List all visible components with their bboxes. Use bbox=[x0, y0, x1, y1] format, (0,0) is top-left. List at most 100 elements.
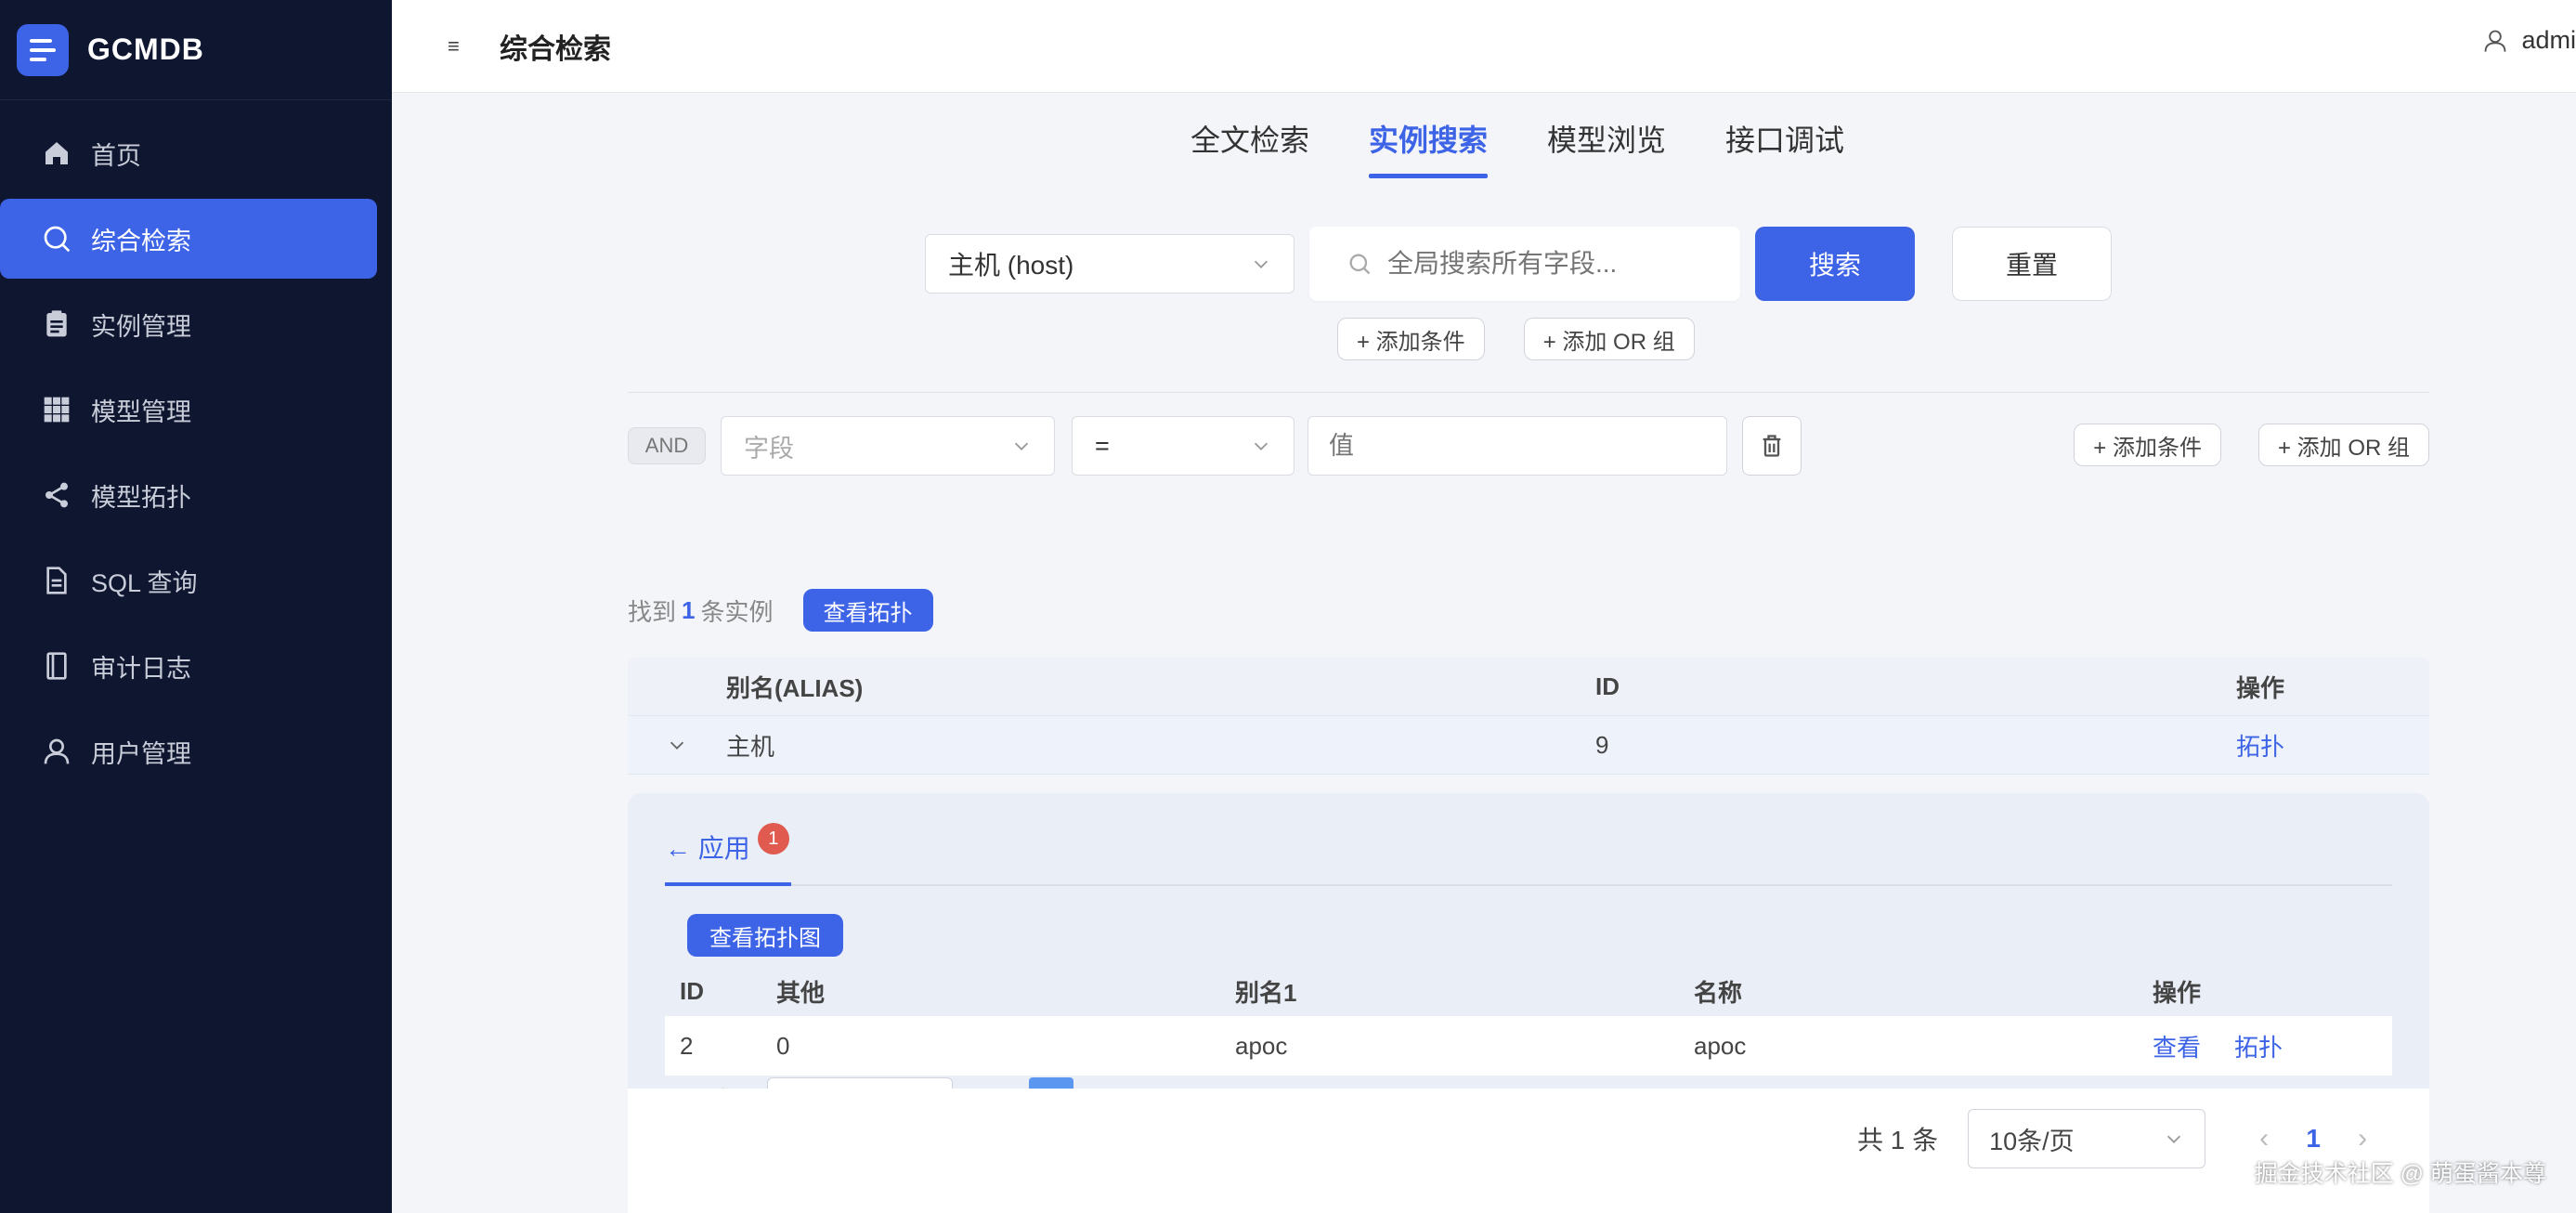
column-header-id: ID bbox=[1595, 672, 1620, 700]
add-condition-button[interactable]: + 添加条件 bbox=[2074, 424, 2221, 466]
result-count: 1 bbox=[682, 595, 696, 624]
chevron-down-icon bbox=[1254, 442, 1268, 450]
cell-id: 2 bbox=[680, 1031, 694, 1060]
total-count: 共 1 条 bbox=[1857, 1126, 1939, 1154]
search-button[interactable]: 搜索 bbox=[1755, 227, 1915, 301]
top-condition-actions: + 添加条件 + 添加 OR 组 bbox=[1337, 318, 1695, 360]
field-select[interactable]: 字段 bbox=[721, 416, 1055, 476]
divider bbox=[628, 392, 2429, 393]
page-number-current[interactable]: 1 bbox=[2295, 1124, 2332, 1154]
sidebar-item-topology[interactable]: 模型拓扑 bbox=[0, 455, 392, 535]
chevron-down-icon bbox=[670, 741, 684, 750]
user-icon bbox=[2485, 30, 2506, 52]
result-prefix: 找到 bbox=[628, 597, 677, 626]
sidebar-item-label: 首页 bbox=[91, 141, 141, 170]
sidebar: GCMDB 首页 综合检索 实例管理 模型管理 模型拓扑 SQL 查询 审计日志… bbox=[0, 0, 392, 1213]
cell-name: apoc bbox=[1694, 1031, 1747, 1060]
sidebar-item-label: 模型拓扑 bbox=[91, 483, 191, 512]
sidebar-item-label: 用户管理 bbox=[91, 739, 191, 768]
search-icon bbox=[1349, 254, 1371, 275]
sidebar-nav: 首页 综合检索 实例管理 模型管理 模型拓扑 SQL 查询 审计日志 用户管理 bbox=[0, 113, 392, 791]
global-search-input[interactable] bbox=[1387, 249, 1722, 279]
brand[interactable]: GCMDB bbox=[0, 0, 392, 100]
table-row: 2 0 apoc apoc 查看 拓扑 bbox=[665, 1016, 2392, 1076]
prev-page-button[interactable]: ‹ bbox=[2233, 1123, 2295, 1154]
add-condition-button[interactable]: + 添加条件 bbox=[1337, 318, 1485, 360]
menu-toggle-icon[interactable]: ≡ bbox=[448, 34, 466, 59]
result-suffix: 条实例 bbox=[700, 597, 774, 626]
expand-row-button[interactable] bbox=[628, 735, 726, 755]
search-tabs: 全文检索 实例搜索 模型浏览 接口调试 bbox=[1190, 117, 1844, 178]
tab-active-indicator bbox=[665, 882, 791, 886]
global-search-field[interactable] bbox=[1309, 227, 1740, 301]
tab-application[interactable]: ← 应用 1 bbox=[665, 823, 789, 866]
add-or-group-button[interactable]: + 添加 OR 组 bbox=[1523, 318, 1695, 360]
search-icon bbox=[41, 223, 72, 254]
column-header-alias: 别名(ALIAS) bbox=[726, 673, 864, 702]
condition-row: AND 字段 = + 添加条件 + 添加 OR 组 bbox=[628, 416, 2429, 476]
view-topology-graph-button[interactable]: 查看拓扑图 bbox=[687, 914, 843, 957]
top-header: ≡ 综合检索 admi bbox=[392, 0, 2576, 93]
operator-select[interactable]: = bbox=[1072, 416, 1295, 476]
sidebar-item-label: 模型管理 bbox=[91, 398, 191, 426]
value-input[interactable] bbox=[1308, 416, 1727, 476]
chevron-down-icon bbox=[1254, 260, 1268, 268]
tab-fulltext[interactable]: 全文检索 bbox=[1190, 117, 1309, 178]
brand-name: GCMDB bbox=[87, 33, 204, 66]
tab-application-label: ← 应用 bbox=[665, 834, 750, 863]
sidebar-item-sql[interactable]: SQL 查询 bbox=[0, 541, 392, 620]
topology-link[interactable]: 拓扑 bbox=[2236, 728, 2429, 763]
share-icon bbox=[41, 479, 72, 511]
tab-instance-search[interactable]: 实例搜索 bbox=[1369, 117, 1489, 178]
view-topology-button[interactable]: 查看拓扑 bbox=[802, 589, 933, 632]
chevron-down-icon bbox=[1014, 442, 1029, 450]
tab-underline bbox=[665, 884, 2392, 886]
sidebar-item-label: SQL 查询 bbox=[91, 568, 198, 597]
reset-button[interactable]: 重置 bbox=[1952, 227, 2112, 301]
clipboard-icon bbox=[41, 308, 72, 340]
topology-link[interactable]: 拓扑 bbox=[2234, 1029, 2283, 1063]
column-header-op: 操作 bbox=[2153, 978, 2202, 1007]
page-size-select[interactable]: 10条/页 bbox=[1968, 1109, 2206, 1168]
sidebar-item-models[interactable]: 模型管理 bbox=[0, 370, 392, 450]
sidebar-item-search[interactable]: 综合检索 bbox=[0, 199, 377, 279]
page-size-value: 10条/页 bbox=[1989, 1127, 2075, 1155]
delete-condition-button[interactable] bbox=[1742, 416, 1802, 476]
cell-alias1: apoc bbox=[1235, 1031, 1288, 1060]
sidebar-item-users[interactable]: 用户管理 bbox=[0, 711, 392, 791]
grid-icon bbox=[41, 394, 72, 425]
next-page-button[interactable]: › bbox=[2332, 1123, 2393, 1154]
main-content: 全文检索 实例搜索 模型浏览 接口调试 主机 (host) 搜索 重置 + 添加… bbox=[392, 93, 2576, 1213]
home-icon bbox=[41, 137, 72, 169]
user-menu[interactable]: admi bbox=[2482, 26, 2576, 55]
user-name: admi bbox=[2521, 26, 2576, 54]
column-header-name: 名称 bbox=[1694, 978, 1743, 1007]
add-or-group-button[interactable]: + 添加 OR 组 bbox=[2257, 424, 2429, 466]
sidebar-item-instances[interactable]: 实例管理 bbox=[0, 284, 392, 364]
count-badge: 1 bbox=[757, 823, 789, 854]
page-title: 综合检索 bbox=[500, 33, 611, 65]
logic-tag: AND bbox=[628, 427, 706, 464]
tab-api-debug[interactable]: 接口调试 bbox=[1725, 117, 1844, 178]
view-link[interactable]: 查看 bbox=[2153, 1029, 2201, 1063]
condition-row-actions: + 添加条件 + 添加 OR 组 bbox=[2074, 424, 2429, 466]
sidebar-item-label: 综合检索 bbox=[91, 227, 191, 255]
operator-value: = bbox=[1095, 431, 1110, 460]
notebook-icon bbox=[41, 650, 72, 682]
menu-logo-icon bbox=[17, 23, 69, 76]
table-row: 主机 9 拓扑 bbox=[628, 715, 2429, 775]
cell-id: 9 bbox=[1595, 730, 1609, 759]
model-select-value: 主机 (host) bbox=[948, 251, 1074, 280]
search-bar: 主机 (host) 搜索 重置 bbox=[925, 227, 2112, 301]
sidebar-item-home[interactable]: 首页 bbox=[0, 113, 392, 193]
sidebar-item-audit[interactable]: 审计日志 bbox=[0, 626, 392, 706]
model-select[interactable]: 主机 (host) bbox=[925, 234, 1295, 293]
watermark: 掘金技术社区 @ 萌蛋酱本尊 bbox=[2254, 1161, 2546, 1187]
document-icon bbox=[41, 565, 72, 596]
tab-model-browse[interactable]: 模型浏览 bbox=[1547, 117, 1666, 178]
detail-table-header: ID 其他 别名1 名称 操作 bbox=[665, 966, 2392, 1016]
sidebar-item-label: 实例管理 bbox=[91, 312, 191, 341]
chevron-down-icon bbox=[2167, 1135, 2181, 1143]
field-select-placeholder: 字段 bbox=[744, 434, 794, 463]
column-header-op: 操作 bbox=[2236, 673, 2285, 702]
